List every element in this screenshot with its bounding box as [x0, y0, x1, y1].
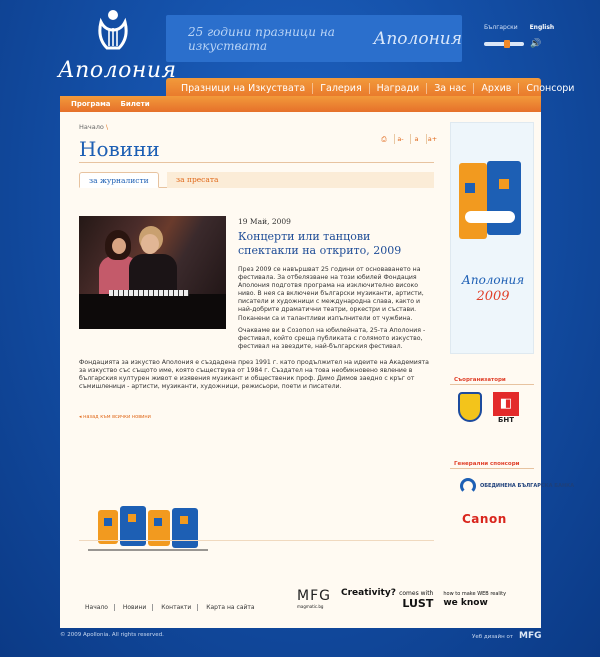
festival-mascot-decoration	[88, 506, 208, 551]
breadcrumb-home[interactable]: Начало	[79, 123, 104, 131]
ubb-mark-icon	[460, 478, 476, 494]
bnt-label: БНТ	[498, 416, 514, 424]
sub-nav: Програма Билети	[60, 96, 541, 112]
footer-link-contacts[interactable]: Контакти	[155, 604, 199, 611]
footer-links: Начало Новини Контакти Карта на сайта	[79, 604, 261, 611]
news-tabs: за пресата за журналисти	[79, 172, 434, 188]
mfg-logo-text: MFG	[297, 588, 331, 604]
design-credit[interactable]: Уеб дизайн от MFG	[472, 631, 542, 641]
bnt-logo[interactable]: ◧ БНТ	[493, 392, 519, 426]
poster-title: Аполония	[461, 273, 525, 287]
creativity-text: Creativity?	[340, 588, 396, 598]
font-larger-button[interactable]: a+	[426, 134, 438, 144]
creativity-tagline: comes with	[399, 590, 434, 597]
we-know-logo[interactable]: how to make WEB reality we know	[443, 590, 506, 608]
article-paragraph-2: Очакваме ви в Созопол на юбилейната, 25-…	[238, 327, 426, 351]
volume-control[interactable]: 🔊	[484, 39, 544, 49]
footer-link-home[interactable]: Начало	[79, 604, 115, 611]
article-photo	[79, 216, 226, 329]
page-tools: ⎙ a- a a+	[378, 134, 438, 144]
logo-text: Аполония	[58, 58, 177, 83]
sidebar-divider	[450, 384, 534, 385]
language-switcher: Български English	[484, 24, 564, 31]
copyright: © 2009 Apollonia. All rights reserved.	[60, 632, 164, 638]
article-date: 19 Май, 2009	[238, 217, 291, 226]
speaker-icon[interactable]: 🔊	[530, 39, 542, 49]
canon-logo[interactable]: Canon	[462, 512, 507, 526]
banner-slogan: 25 години празници на изкуствата	[188, 24, 335, 53]
breadcrumb-separator: \	[105, 123, 109, 131]
footer-link-news[interactable]: Новини	[116, 604, 154, 611]
ubb-logo[interactable]: ОБЕДИНЕНА БЪЛГАРСКА БАНКА	[460, 478, 574, 494]
lyre-icon	[98, 10, 128, 50]
nav-gallery[interactable]: Галерия	[313, 83, 370, 94]
lang-english[interactable]: English	[530, 24, 555, 31]
poster-year: 2009	[476, 289, 510, 304]
lust-text: LUST	[402, 597, 434, 610]
tab-press[interactable]: за пресата	[167, 172, 434, 188]
creativity-lust-logo[interactable]: Creativity? comes with LUST	[341, 588, 433, 609]
apollonia-logo[interactable]: Аполония	[58, 8, 177, 94]
festival-poster[interactable]: Аполония 2009	[450, 122, 534, 354]
bnt-mark: ◧	[493, 392, 519, 416]
nav-festivals[interactable]: Празници на Изкуствата	[174, 83, 314, 94]
footer-link-sitemap[interactable]: Карта на сайта	[200, 604, 260, 611]
nav-about[interactable]: За нас	[427, 83, 475, 94]
partner-logos: MFG magmatic.bg Creativity? comes with L…	[297, 588, 506, 609]
header-banner: 25 години празници на изкуствата Аполони…	[166, 15, 462, 62]
banner-brand: Аполония	[373, 28, 462, 49]
subnav-program[interactable]: Програма	[71, 100, 121, 108]
sozopol-crest-logo[interactable]	[458, 392, 482, 422]
font-normal-button[interactable]: a	[410, 134, 422, 144]
subnav-tickets[interactable]: Билети	[121, 100, 160, 108]
we-know-text: we know	[443, 597, 488, 608]
nav-awards[interactable]: Награди	[370, 83, 428, 94]
nav-archive[interactable]: Архив	[474, 83, 520, 94]
print-icon[interactable]: ⎙	[378, 134, 390, 144]
sidebar-divider	[450, 468, 534, 469]
article-paragraph-3: Фондацията за изкуство Аполония е създад…	[79, 359, 429, 391]
nav-sponsors[interactable]: Спонсори	[519, 83, 581, 94]
coorganizers-title: Съорганизатори	[454, 377, 506, 383]
lang-bulgarian[interactable]: Български	[484, 24, 518, 31]
volume-slider-handle[interactable]	[504, 40, 510, 48]
mfg-logo[interactable]: MFG magmatic.bg	[297, 588, 331, 609]
footer-divider	[79, 540, 434, 541]
divider	[79, 162, 434, 163]
credit-mark: MFG	[519, 631, 542, 641]
credit-label: Уеб дизайн от	[472, 634, 514, 640]
back-to-news-link[interactable]: ◂ назад към всички новини	[79, 414, 151, 420]
tab-journalists[interactable]: за журналисти	[79, 172, 159, 188]
mfg-logo-subtitle: magmatic.bg	[297, 604, 324, 609]
article-paragraph-1: През 2009 се навършват 25 години от осно…	[238, 266, 424, 322]
article-headline: Концерти или танцови спектакли на открит…	[238, 230, 402, 257]
page-title: Новини	[79, 137, 160, 161]
ubb-text: ОБЕДИНЕНА БЪЛГАРСКА БАНКА	[480, 483, 575, 489]
sponsors-title: Генерални спонсори	[454, 461, 520, 467]
font-smaller-button[interactable]: a-	[394, 134, 406, 144]
breadcrumb: Начало \	[79, 123, 108, 131]
